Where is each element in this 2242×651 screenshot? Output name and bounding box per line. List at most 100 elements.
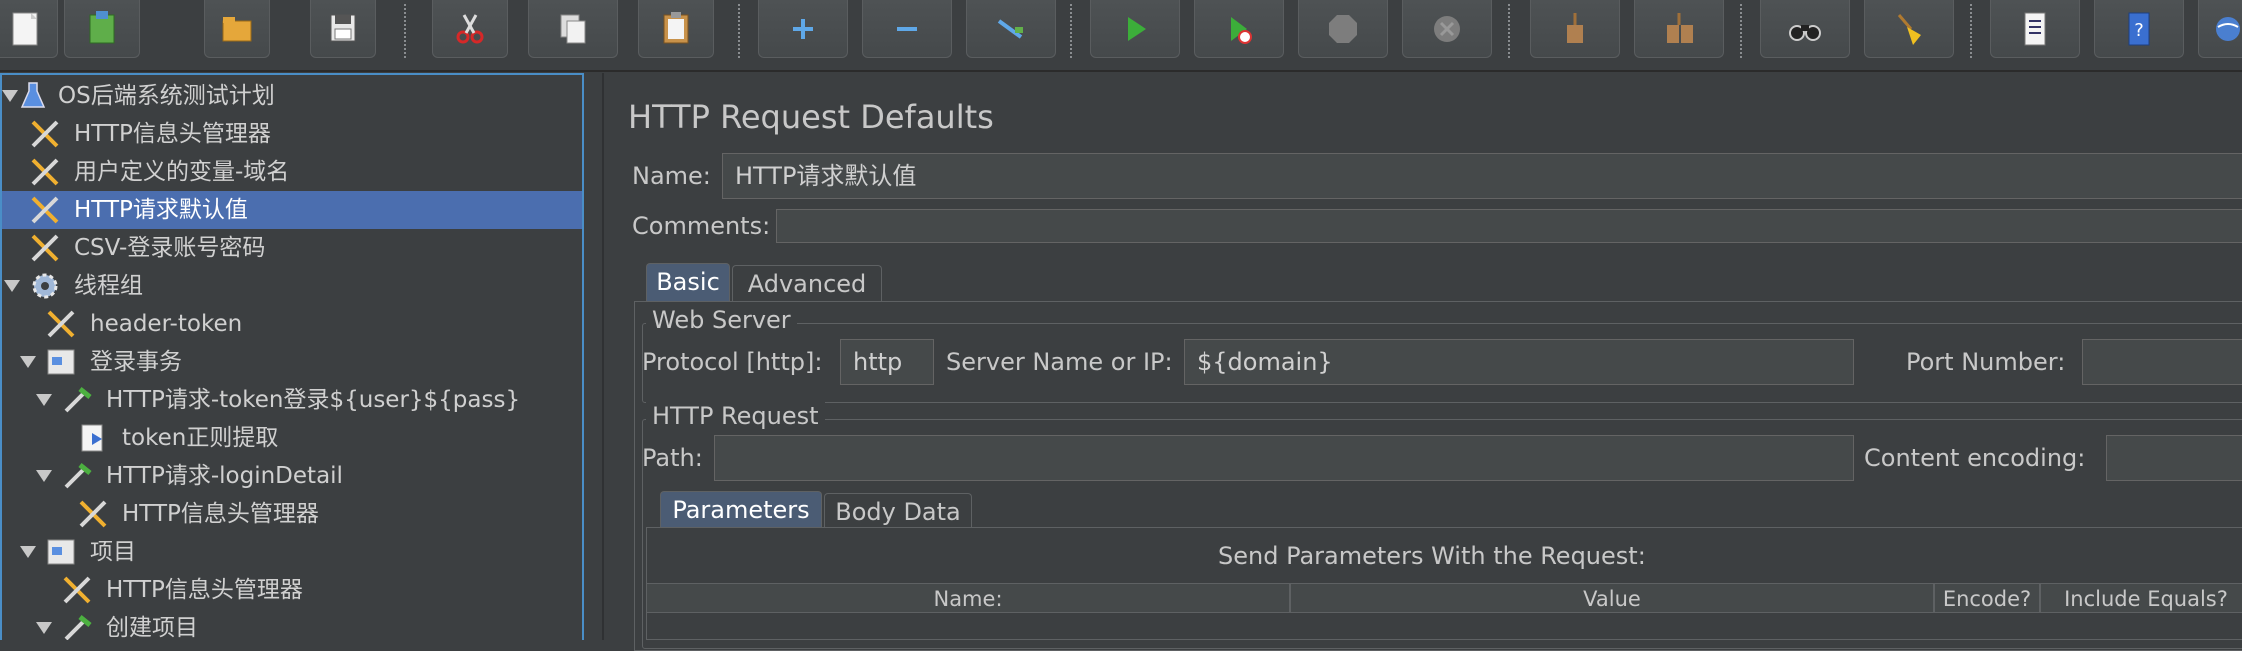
protocol-field[interactable]: http	[840, 339, 934, 385]
tree-item-label: token正则提取	[122, 425, 279, 451]
tree-item-test-plan[interactable]: OS后端系统测试计划	[2, 77, 582, 115]
start-button[interactable]	[1090, 0, 1180, 58]
column-header-include-equals[interactable]: Include Equals?	[2040, 583, 2242, 613]
stop-button[interactable]	[1298, 0, 1388, 58]
tree-item-csv-login[interactable]: CSV-登录账号密码	[2, 229, 582, 267]
column-header-name[interactable]: Name:	[646, 583, 1290, 613]
tree-item-label: 登录事务	[90, 349, 182, 375]
tree-item-label: 线程组	[74, 273, 143, 299]
tree-item-header-manager-2[interactable]: HTTP信息头管理器	[2, 495, 582, 533]
toolbar-border	[0, 70, 2242, 72]
comments-field[interactable]	[776, 209, 2242, 243]
clear-all-button[interactable]	[1634, 0, 1724, 58]
tree-item-header-manager-3[interactable]: HTTP信息头管理器	[2, 571, 582, 609]
play-icon	[1128, 16, 1146, 41]
tree-item-label: header-token	[90, 311, 243, 337]
minus-icon	[897, 26, 917, 31]
column-header-value[interactable]: Value	[1290, 583, 1934, 613]
expand-arrow-icon[interactable]	[36, 470, 52, 482]
name-field[interactable]: HTTP请求默认值	[722, 153, 2242, 199]
tree-item-label: CSV-登录账号密码	[74, 235, 266, 261]
new-file-icon	[12, 12, 38, 45]
broom-clear-icon	[1567, 12, 1583, 43]
tree-item-token-regex[interactable]: token正则提取	[2, 419, 582, 457]
tab-advanced[interactable]: Advanced	[732, 265, 882, 301]
content-encoding-field[interactable]	[2106, 435, 2242, 481]
tree-item-header-token[interactable]: header-token	[2, 305, 582, 343]
tree-item-http-token-login[interactable]: HTTP请求-token登录${user}${pass}	[2, 381, 582, 419]
shutdown-button[interactable]	[1402, 0, 1492, 58]
tree-item-user-variables[interactable]: 用户定义的变量-域名	[2, 153, 582, 191]
new-button[interactable]	[0, 0, 58, 58]
open-button[interactable]	[204, 0, 270, 58]
gear-icon	[28, 269, 62, 303]
transaction-icon	[44, 535, 78, 569]
port-number-field[interactable]	[2082, 339, 2242, 385]
save-button[interactable]	[310, 0, 376, 58]
tree-item-http-login-detail[interactable]: HTTP请求-loginDetail	[2, 457, 582, 495]
expand-arrow-icon[interactable]	[20, 356, 36, 368]
tree-item-label: HTTP请求默认值	[74, 197, 248, 223]
extractor-icon	[76, 421, 110, 455]
tab-body-data[interactable]: Body Data	[824, 493, 972, 527]
parameters-title: Send Parameters With the Request:	[1218, 542, 1646, 570]
help-book-icon: ?	[2128, 12, 2150, 45]
http-request-defaults-panel: HTTP Request Defaults Name: HTTP请求默认值 Co…	[606, 73, 2242, 651]
port-number-label: Port Number:	[1906, 348, 2066, 376]
tab-parameters[interactable]: Parameters	[660, 491, 822, 527]
start-no-pauses-button[interactable]	[1194, 0, 1284, 58]
tree-item-label: 创建项目	[106, 615, 198, 640]
toolbar-separator	[404, 4, 406, 58]
cut-button[interactable]	[432, 0, 508, 58]
collapse-all-button[interactable]	[862, 0, 952, 58]
panel-title: HTTP Request Defaults	[628, 98, 994, 136]
toggle-button[interactable]	[966, 0, 1056, 58]
expand-arrow-icon[interactable]	[36, 394, 52, 406]
tree-item-label: 用户定义的变量-域名	[74, 159, 290, 185]
reset-search-button[interactable]	[1864, 0, 1954, 58]
tree-item-header-manager[interactable]: HTTP信息头管理器	[2, 115, 582, 153]
search-button[interactable]	[1760, 0, 1850, 58]
tree-item-project[interactable]: 项目	[2, 533, 582, 571]
wrench-screwdriver-icon	[60, 573, 94, 607]
expand-arrow-icon[interactable]	[4, 280, 20, 292]
tree-item-label: HTTP信息头管理器	[106, 577, 303, 603]
paste-icon	[663, 11, 689, 43]
path-field[interactable]	[714, 435, 1854, 481]
test-plan-tree[interactable]: OS后端系统测试计划 HTTP信息头管理器 用户定义的变量-域名 HTTP请求默…	[0, 73, 584, 640]
toolbar-separator	[1070, 4, 1072, 58]
column-header-encode[interactable]: Encode?	[1934, 583, 2040, 613]
copy-button[interactable]	[528, 0, 618, 58]
content-encoding-label: Content encoding:	[1864, 444, 2086, 472]
tree-item-create-project[interactable]: 创建项目	[2, 609, 582, 640]
open-folder-icon	[222, 16, 252, 41]
pipette-icon	[60, 383, 94, 417]
toolbar-separator	[1508, 4, 1510, 58]
help-button[interactable]: ?	[2094, 0, 2184, 58]
function-helper-button[interactable]	[1990, 0, 2080, 58]
server-name-field[interactable]: ${domain}	[1184, 339, 1854, 385]
server-name-label: Server Name or IP:	[946, 348, 1173, 376]
paste-button[interactable]	[638, 0, 714, 58]
comments-label: Comments:	[632, 212, 771, 240]
wrench-screwdriver-icon	[28, 117, 62, 151]
shutdown-icon	[1434, 15, 1460, 42]
svg-text:?: ?	[2134, 20, 2144, 41]
tab-basic[interactable]: Basic	[646, 263, 730, 301]
expand-arrow-icon[interactable]	[20, 546, 36, 558]
expand-all-button[interactable]	[758, 0, 848, 58]
play-no-timer-icon	[1231, 16, 1252, 44]
tree-item-thread-group[interactable]: 线程组	[2, 267, 582, 305]
expand-arrow-icon[interactable]	[36, 622, 52, 634]
wrench-screwdriver-icon	[28, 231, 62, 265]
plus-icon	[793, 18, 813, 39]
remote-button[interactable]	[2198, 0, 2242, 58]
templates-button[interactable]	[64, 0, 140, 58]
tree-item-http-request-defaults[interactable]: HTTP请求默认值	[2, 191, 582, 229]
broom-icon	[1897, 13, 1921, 45]
transaction-icon	[44, 345, 78, 379]
wrench-screwdriver-icon	[76, 497, 110, 531]
tree-item-login-transaction[interactable]: 登录事务	[2, 343, 582, 381]
split-pane-divider[interactable]	[584, 73, 606, 640]
clear-button[interactable]	[1530, 0, 1620, 58]
